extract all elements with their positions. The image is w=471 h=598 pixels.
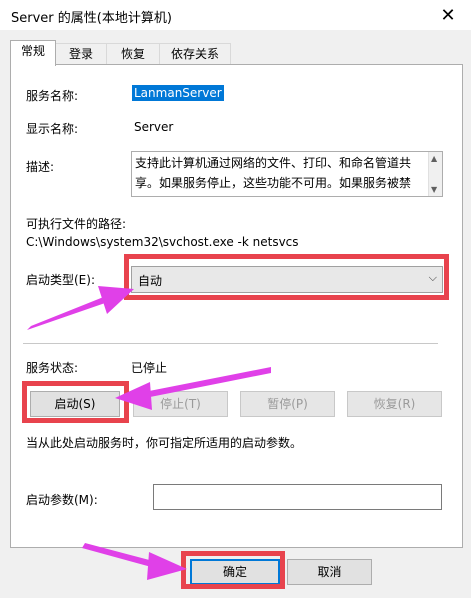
arrow-to-startup-type <box>27 286 134 330</box>
arrow-to-ok-button <box>82 543 187 580</box>
properties-dialog: Server 的属性(本地计算机) ✕ 常规 登录 恢复 依存关系 服务名称: … <box>0 0 471 598</box>
arrow-to-start-button <box>115 367 271 410</box>
tab-general[interactable]: 常规 <box>10 40 56 66</box>
annotation-arrows <box>27 286 271 580</box>
